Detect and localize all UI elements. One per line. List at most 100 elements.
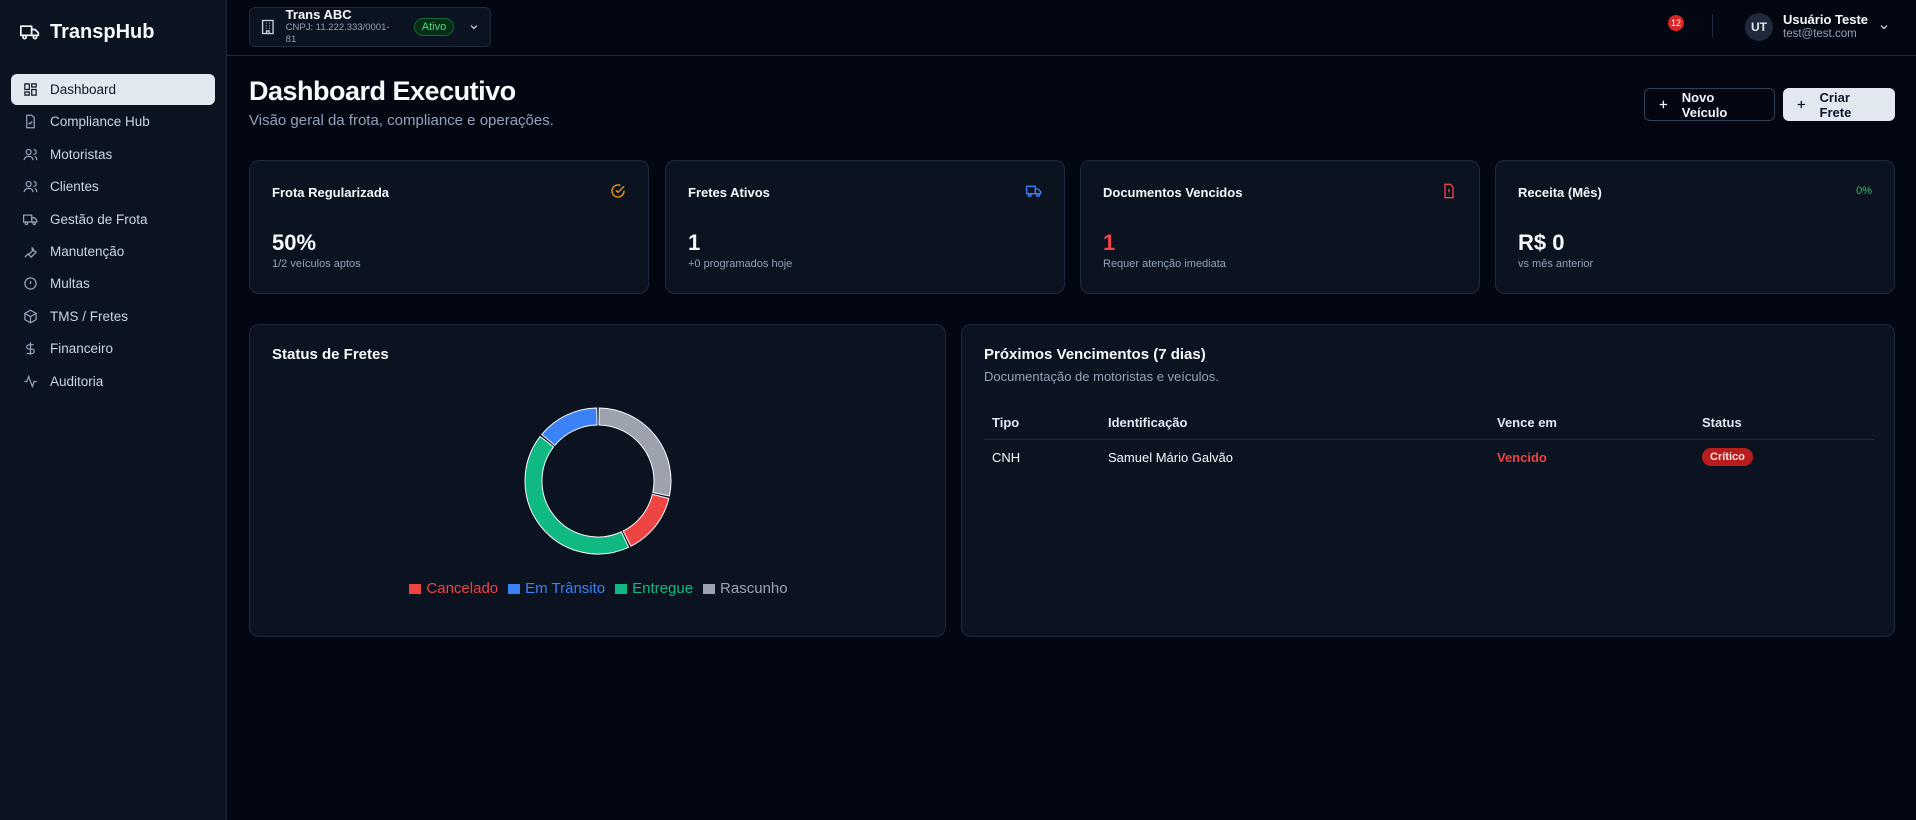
truck-icon bbox=[1026, 185, 1042, 197]
sidebar-item-multas[interactable]: Multas bbox=[11, 268, 215, 299]
expirations-table: Tipo Identificação Vence em Status CNH S… bbox=[984, 405, 1874, 475]
legend-label: Em Trânsito bbox=[525, 580, 606, 597]
sidebar-item-dashboard[interactable]: Dashboard bbox=[11, 74, 215, 105]
sidebar-item-label: Compliance Hub bbox=[50, 114, 150, 130]
sidebar-item-label: Gestão de Frota bbox=[50, 211, 148, 227]
donut-slice-cancelado[interactable] bbox=[622, 493, 670, 547]
sidebar-item-label: Motoristas bbox=[50, 146, 113, 162]
user-info: Usuário Teste test@test.com bbox=[1783, 12, 1868, 41]
card-title: Frota Regularizada bbox=[272, 185, 390, 200]
sidebar-item-auditoria[interactable]: Auditoria bbox=[11, 366, 215, 397]
sidebar: TranspHub Dashboard Compliance Hub Motor… bbox=[0, 0, 227, 820]
activity-icon bbox=[24, 374, 37, 388]
freight-status-panel: Status de Fretes Cancelado Em Trânsito Ent… bbox=[249, 324, 946, 637]
company-name: Trans ABC bbox=[285, 7, 352, 22]
sidebar-item-financeiro[interactable]: Financeiro bbox=[11, 333, 215, 364]
sidebar-item-motoristas[interactable]: Motoristas bbox=[11, 139, 215, 170]
topbar: Trans ABC CNPJ: 11.222.333/0001-81 Ativo… bbox=[227, 0, 1916, 56]
column-header[interactable]: Vence em bbox=[1497, 415, 1557, 430]
legend-label: Cancelado bbox=[426, 580, 499, 597]
sidebar-item-gestao-frota[interactable]: Gestão de Frota bbox=[11, 204, 215, 235]
user-menu[interactable]: UT Usuário Teste test@test.com bbox=[1745, 12, 1890, 41]
file-alert-icon bbox=[1444, 183, 1454, 199]
sidebar-item-label: Clientes bbox=[50, 179, 99, 195]
card-documentos-vencidos: Documentos Vencidos 1 Requer atenção ime… bbox=[1080, 160, 1480, 294]
chevron-down-icon bbox=[1880, 24, 1888, 29]
donut-slice-entregue[interactable] bbox=[524, 435, 630, 555]
plus-icon bbox=[1797, 100, 1805, 109]
create-freight-button[interactable]: Criar Frete bbox=[1783, 88, 1895, 121]
sidebar-item-clientes[interactable]: Clientes bbox=[11, 171, 215, 202]
legend-swatch bbox=[508, 583, 521, 594]
sidebar-item-compliance-hub[interactable]: Compliance Hub bbox=[11, 106, 215, 137]
legend-item[interactable]: Rascunho bbox=[703, 580, 788, 597]
create-freight-label: Criar Frete bbox=[1819, 89, 1852, 120]
plus-icon bbox=[1659, 100, 1668, 109]
panel-title: Próximos Vencimentos (7 dias) bbox=[984, 346, 1206, 363]
legend-label: Entregue bbox=[632, 580, 694, 597]
legend-item[interactable]: Cancelado bbox=[409, 580, 498, 597]
card-title: Receita (Mês) bbox=[1518, 185, 1602, 200]
users-icon bbox=[23, 148, 38, 160]
user-name: Usuário Teste bbox=[1783, 12, 1869, 27]
column-header[interactable]: Status bbox=[1702, 415, 1742, 430]
card-frota-regularizada: Frota Regularizada 50% 1/2 veículos apto… bbox=[249, 160, 649, 294]
sidebar-item-tms-fretes[interactable]: TMS / Fretes bbox=[11, 301, 215, 332]
legend-swatch bbox=[703, 583, 716, 594]
chevron-down-icon bbox=[470, 25, 478, 30]
new-vehicle-button[interactable]: Novo Veículo bbox=[1644, 88, 1775, 121]
panel-subtitle: Documentação de motoristas e veículos. bbox=[984, 369, 1219, 384]
sidebar-item-label: TMS / Fretes bbox=[50, 308, 129, 324]
card-note: 1/2 veículos aptos bbox=[272, 258, 361, 270]
status-badge: Crítico bbox=[1702, 448, 1753, 466]
column-header[interactable]: Identificação bbox=[1108, 415, 1187, 430]
legend-swatch bbox=[615, 583, 628, 594]
sidebar-item-label: Financeiro bbox=[50, 341, 114, 357]
company-cnpj: CNPJ: 11.222.333/0001-81 bbox=[285, 22, 390, 45]
file-check-icon bbox=[26, 115, 35, 129]
cell-tipo: CNH bbox=[992, 450, 1021, 465]
card-title: Fretes Ativos bbox=[688, 185, 770, 200]
table-row[interactable]: CNH Samuel Mário Galvão Vencido Crítico bbox=[984, 440, 1874, 475]
card-percentage: 0% bbox=[1856, 185, 1872, 197]
wrench-icon bbox=[24, 246, 37, 258]
user-email: test@test.com bbox=[1783, 28, 1857, 40]
page-subtitle: Visão geral da frota, compliance e opera… bbox=[249, 112, 554, 129]
building-icon bbox=[261, 19, 274, 35]
company-selector[interactable]: Trans ABC CNPJ: 11.222.333/0001-81 Ativo bbox=[249, 7, 491, 47]
donut-slice-rascunho[interactable] bbox=[598, 407, 672, 497]
card-note: Requer atenção imediata bbox=[1103, 258, 1226, 270]
divider bbox=[1712, 14, 1713, 38]
alert-circle-icon bbox=[24, 277, 37, 291]
truck-icon bbox=[23, 214, 38, 225]
notification-badge[interactable]: 12 bbox=[1668, 15, 1684, 31]
sidebar-item-manutencao[interactable]: Manutenção bbox=[11, 236, 215, 267]
sidebar-item-label: Dashboard bbox=[50, 82, 117, 97]
card-value: 50% bbox=[272, 230, 317, 255]
dollar-icon bbox=[26, 342, 35, 355]
new-vehicle-label: Novo Veículo bbox=[1681, 89, 1728, 120]
page-title: Dashboard Executivo bbox=[249, 76, 516, 106]
legend-item[interactable]: Em Trânsito bbox=[508, 580, 605, 597]
card-value: 1 bbox=[688, 230, 701, 255]
company-info: Trans ABC CNPJ: 11.222.333/0001-81 bbox=[286, 8, 398, 46]
chart-legend: Cancelado Em Trânsito Entregue Rascunho bbox=[250, 580, 947, 597]
avatar: UT bbox=[1745, 12, 1773, 41]
brand[interactable]: TranspHub bbox=[0, 0, 226, 64]
card-fretes-ativos: Fretes Ativos 1 +0 programados hoje bbox=[665, 160, 1065, 294]
legend-item[interactable]: Entregue bbox=[615, 580, 693, 597]
legend-label: Rascunho bbox=[720, 580, 788, 597]
brand-name: TranspHub bbox=[50, 20, 155, 43]
truck-logo-icon bbox=[20, 25, 40, 40]
table-header: Tipo Identificação Vence em Status bbox=[984, 405, 1874, 440]
cell-vence-em: Vencido bbox=[1497, 450, 1547, 465]
legend-swatch bbox=[409, 583, 422, 594]
column-header[interactable]: Tipo bbox=[992, 415, 1019, 430]
freight-status-donut-chart bbox=[524, 407, 672, 555]
check-circle-icon bbox=[611, 184, 625, 198]
card-title: Documentos Vencidos bbox=[1103, 185, 1243, 200]
sidebar-item-label: Manutenção bbox=[50, 243, 125, 259]
card-note: +0 programados hoje bbox=[688, 258, 793, 270]
sidebar-nav: Dashboard Compliance Hub Motoristas Clie… bbox=[0, 64, 226, 408]
donut-slice-em-trânsito[interactable] bbox=[541, 407, 598, 447]
